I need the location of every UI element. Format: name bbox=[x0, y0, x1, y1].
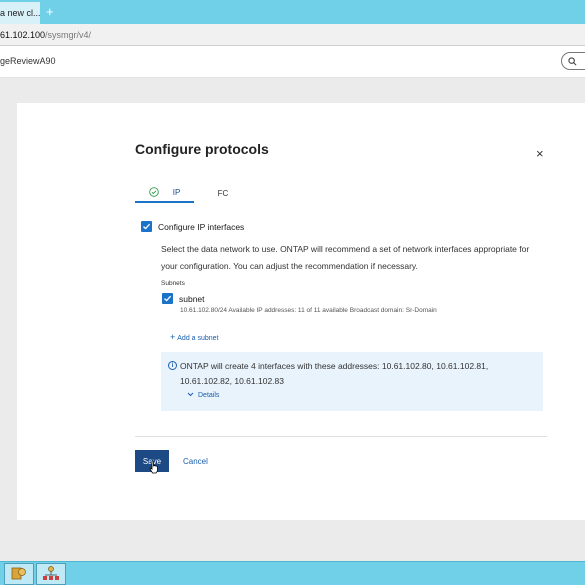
network-icon bbox=[43, 566, 59, 580]
checkmark-icon bbox=[164, 295, 172, 302]
footer-divider bbox=[135, 436, 547, 437]
subnet-checkbox[interactable] bbox=[162, 293, 173, 304]
close-icon[interactable]: × bbox=[536, 146, 544, 161]
url-path: /sysmgr/v4/ bbox=[45, 29, 92, 40]
hand-cursor-icon bbox=[149, 460, 158, 474]
subnet-option: subnet bbox=[162, 293, 205, 304]
tab-fc[interactable]: FC bbox=[203, 183, 243, 203]
cancel-button[interactable]: Cancel bbox=[183, 457, 208, 466]
configure-ip-checkbox[interactable] bbox=[141, 221, 152, 232]
checkmark-icon bbox=[143, 223, 151, 230]
network-description: Select the data network to use. ONTAP wi… bbox=[161, 244, 530, 271]
configure-protocols-dialog: Configure protocols × IP FC Configure IP… bbox=[17, 103, 585, 520]
check-circle-icon bbox=[148, 187, 159, 197]
browser-tab-bar: a new cl... × + bbox=[0, 0, 585, 24]
subnet-details: 10.61.102.80/24 Available IP addresses: … bbox=[180, 307, 437, 314]
taskbar-app-server-manager[interactable] bbox=[4, 563, 34, 585]
chevron-down-icon bbox=[187, 392, 194, 397]
cluster-name: geReviewA90 bbox=[0, 56, 56, 66]
interfaces-info-box: i ONTAP will create 4 interfaces with th… bbox=[161, 352, 543, 411]
details-label: Details bbox=[198, 392, 220, 399]
subnet-name: subnet bbox=[179, 293, 205, 304]
plus-icon: + bbox=[170, 332, 176, 342]
dialog-title: Configure protocols bbox=[135, 141, 269, 157]
taskbar bbox=[0, 561, 585, 585]
info-message: ONTAP will create 4 interfaces with thes… bbox=[180, 361, 489, 386]
browser-tab-label: a new cl... bbox=[0, 8, 40, 18]
browser-tab[interactable]: a new cl... × bbox=[0, 2, 40, 24]
server-manager-icon bbox=[11, 567, 26, 580]
app-header: geReviewA90 bbox=[0, 46, 585, 78]
info-icon: i bbox=[168, 361, 177, 370]
search-input[interactable] bbox=[561, 52, 585, 70]
add-subnet-label: Add a subnet bbox=[177, 335, 219, 342]
tab-ip-label: IP bbox=[172, 187, 181, 197]
configure-ip-label: Configure IP interfaces bbox=[158, 221, 245, 232]
taskbar-app-network[interactable] bbox=[36, 563, 66, 585]
url-host: 61.102.100 bbox=[0, 29, 46, 40]
subnets-heading: Subnets bbox=[161, 280, 185, 287]
tab-fc-label: FC bbox=[217, 188, 229, 198]
search-icon bbox=[568, 56, 577, 65]
configure-ip-row: Configure IP interfaces bbox=[141, 221, 244, 232]
tab-ip[interactable]: IP bbox=[135, 183, 194, 203]
protocol-tabs: IP FC bbox=[135, 183, 255, 203]
address-bar[interactable]: 61.102.100/sysmgr/v4/ bbox=[0, 24, 585, 46]
add-subnet-link[interactable]: + Add a subnet bbox=[170, 332, 219, 342]
new-tab-button[interactable]: + bbox=[46, 4, 54, 19]
details-toggle[interactable]: Details bbox=[187, 392, 219, 399]
